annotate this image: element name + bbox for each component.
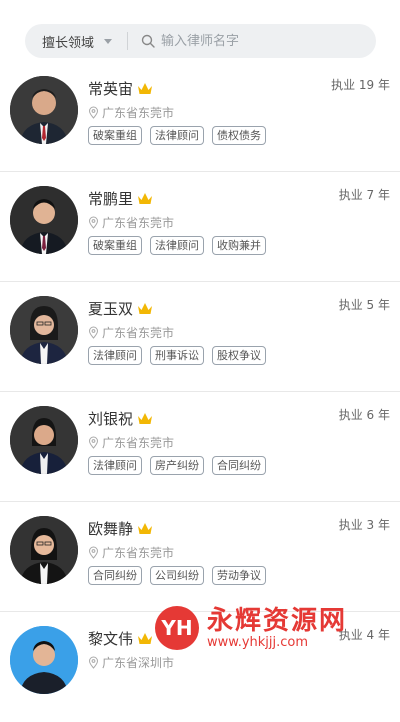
practice-years: 执业 4 年 [338,628,390,642]
specialty-tag: 法律顾问 [150,126,204,145]
domain-dropdown-label: 擅长领域 [42,35,95,51]
specialty-tag: 合同纠纷 [212,456,266,475]
practice-years: 执业 6 年 [338,408,390,422]
lawyer-avatar [10,626,78,694]
lawyer-name: 夏玉双 [88,298,153,319]
search-bar: 擅长领域 [25,24,376,58]
lawyer-location: 广东省东莞市 [88,214,174,231]
specialty-tags: 合同纠纷 公司纠纷 劳动争议 [88,566,266,585]
lawyer-name-text: 刘银祝 [88,410,134,428]
practice-years: 执业 7 年 [338,188,390,202]
location-pin-icon [88,106,99,119]
lawyer-name: 常鹏里 [88,188,153,209]
lawyer-name: 刘银祝 [88,408,153,429]
crown-icon [138,413,153,424]
location-pin-icon [88,656,99,669]
lawyer-name: 黎文伟 [88,628,153,649]
practice-years: 执业 19 年 [331,78,390,92]
lawyer-name-text: 欧舞静 [88,520,134,538]
specialty-tags: 破案重组 法律顾问 收购兼并 [88,236,266,255]
specialty-tag: 房产纠纷 [150,456,204,475]
lawyer-avatar [10,76,78,144]
lawyer-location: 广东省东莞市 [88,324,174,341]
specialty-tags: 法律顾问 房产纠纷 合同纠纷 [88,456,266,475]
lawyer-avatar [10,516,78,584]
lawyer-name-text: 常英宙 [88,80,134,98]
location-text: 广东省东莞市 [102,326,175,340]
location-pin-icon [88,546,99,559]
lawyer-avatar [10,186,78,254]
lawyer-name-text: 夏玉双 [88,300,134,318]
specialty-tags: 法律顾问 刑事诉讼 股权争议 [88,346,266,365]
lawyer-location: 广东省东莞市 [88,434,174,451]
specialty-tag: 破案重组 [88,126,142,145]
crown-icon [138,83,153,94]
location-text: 广东省深圳市 [102,656,175,670]
lawyer-avatar [10,296,78,364]
search-icon [137,30,159,52]
lawyer-name-search-input[interactable] [159,26,376,56]
lawyer-location: 广东省东莞市 [88,104,174,121]
specialty-tag: 公司纠纷 [150,566,204,585]
location-text: 广东省东莞市 [102,106,175,120]
specialty-tag: 股权争议 [212,346,266,365]
specialty-tag: 债权债务 [212,126,266,145]
location-pin-icon [88,216,99,229]
specialty-tag: 合同纠纷 [88,566,142,585]
practice-years: 执业 5 年 [338,298,390,312]
lawyer-card[interactable]: 黎文伟 执业 4 年 广东省深圳市 [0,612,400,722]
lawyer-location: 广东省东莞市 [88,544,174,561]
lawyer-card[interactable]: 常鹏里 执业 7 年 广东省东莞市 破案重组 法律顾问 收购兼并 [0,172,400,282]
practice-years: 执业 3 年 [338,518,390,532]
location-text: 广东省东莞市 [102,436,175,450]
crown-icon [138,303,153,314]
lawyer-name: 欧舞静 [88,518,153,539]
specialty-tag: 刑事诉讼 [150,346,204,365]
specialty-tags: 破案重组 法律顾问 债权债务 [88,126,266,145]
specialty-tag: 破案重组 [88,236,142,255]
location-pin-icon [88,436,99,449]
lawyer-name-text: 常鹏里 [88,190,134,208]
lawyer-avatar [10,406,78,474]
caret-down-icon [104,38,113,44]
lawyer-list: 常英宙 执业 19 年 广东省东莞市 破案重组 法律顾问 债权债务 常鹏里 执业… [0,62,400,722]
lawyer-name: 常英宙 [88,78,153,99]
location-text: 广东省东莞市 [102,216,175,230]
lawyer-location: 广东省深圳市 [88,654,174,671]
lawyer-card[interactable]: 刘银祝 执业 6 年 广东省东莞市 法律顾问 房产纠纷 合同纠纷 [0,392,400,502]
specialty-tag: 收购兼并 [212,236,266,255]
domain-dropdown[interactable]: 擅长领域 [25,32,127,51]
specialty-tag: 法律顾问 [150,236,204,255]
specialty-tag: 法律顾问 [88,346,142,365]
lawyer-card[interactable]: 夏玉双 执业 5 年 广东省东莞市 法律顾问 刑事诉讼 股权争议 [0,282,400,392]
crown-icon [138,193,153,204]
location-text: 广东省东莞市 [102,546,175,560]
lawyer-card[interactable]: 欧舞静 执业 3 年 广东省东莞市 合同纠纷 公司纠纷 劳动争议 [0,502,400,612]
lawyer-name-text: 黎文伟 [88,630,134,648]
specialty-tag: 劳动争议 [212,566,266,585]
search-divider [127,32,128,50]
crown-icon [138,633,153,644]
specialty-tag: 法律顾问 [88,456,142,475]
location-pin-icon [88,326,99,339]
crown-icon [138,523,153,534]
lawyer-card[interactable]: 常英宙 执业 19 年 广东省东莞市 破案重组 法律顾问 债权债务 [0,62,400,172]
